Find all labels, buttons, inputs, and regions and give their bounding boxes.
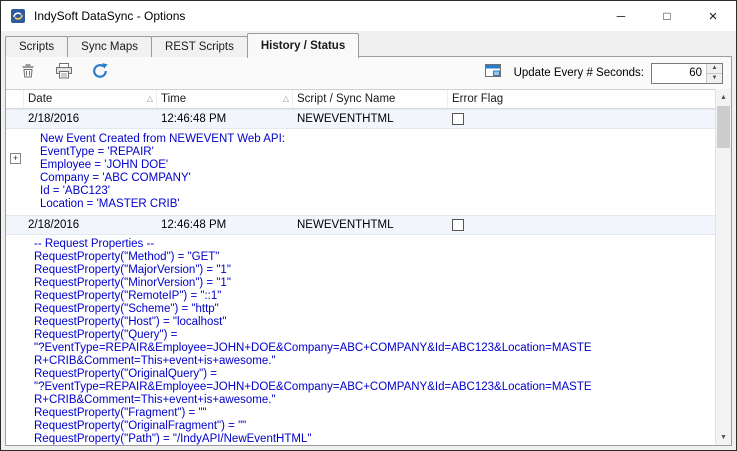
detail-line: RequestProperty("OriginalFragment") = "" <box>34 420 711 433</box>
minimize-button[interactable]: ─ <box>598 1 644 31</box>
detail-line: Location = 'MASTER CRIB' <box>40 198 711 211</box>
detail-line: RequestProperty("Query") = <box>34 329 711 342</box>
detail-line: Company = 'ABC COMPANY' <box>40 172 711 185</box>
sort-asc-icon: △ <box>283 94 289 104</box>
print-button[interactable] <box>50 60 78 86</box>
scroll-up-button[interactable]: ▲ <box>716 89 731 105</box>
cell-time: 12:46:48 PM <box>157 216 293 234</box>
detail-block: + New Event Created from NEWEVENT Web AP… <box>6 129 715 215</box>
refresh-button[interactable] <box>86 60 114 86</box>
close-button[interactable]: × <box>690 1 736 31</box>
history-row[interactable]: 2/18/2016 12:46:48 PM NEWEVENTHTML <box>6 109 715 129</box>
cell-time: 12:46:48 PM <box>157 110 293 128</box>
column-header-error-flag-label: Error Flag <box>452 93 503 105</box>
detail-block: -- Request Properties -- RequestProperty… <box>6 235 715 445</box>
expander-column-header <box>6 90 24 108</box>
update-interval-button[interactable] <box>479 60 507 86</box>
app-icon <box>10 8 26 24</box>
spinner-buttons: ▲ ▼ <box>706 64 722 83</box>
update-seconds-input[interactable] <box>652 64 706 83</box>
spin-down-button[interactable]: ▼ <box>707 74 722 83</box>
cell-date: 2/18/2016 <box>24 216 157 234</box>
scroll-down-button[interactable]: ▼ <box>716 429 731 445</box>
window-title: IndySoft DataSync - Options <box>34 9 185 23</box>
tab-sync-maps[interactable]: Sync Maps <box>67 36 152 57</box>
history-grid: Date △ Time △ Script / Sync Name Error F… <box>6 89 715 445</box>
error-flag-checkbox[interactable] <box>452 219 464 231</box>
options-window: IndySoft DataSync - Options ─ □ × Script… <box>0 0 737 451</box>
detail-line: R+CRIB&Comment=This+event+is+awesome." <box>34 394 711 407</box>
detail-line: RequestProperty("MajorVersion") = "1" <box>34 264 711 277</box>
detail-line: EventType = 'REPAIR' <box>40 146 711 159</box>
cell-error-flag <box>448 110 715 128</box>
cell-error-flag <box>448 216 715 234</box>
vertical-scrollbar[interactable]: ▲ ▼ <box>715 89 731 445</box>
detail-line: "?EventType=REPAIR&Employee=JOHN+DOE&Com… <box>34 381 711 394</box>
detail-line: RequestProperty("Fragment") = "" <box>34 407 711 420</box>
detail-line: -- Request Properties -- <box>34 238 711 251</box>
scrollbar-thumb[interactable] <box>717 106 730 148</box>
toolbar: Update Every # Seconds: ▲ ▼ <box>6 57 731 89</box>
row-expander-gutter <box>6 216 24 234</box>
tab-rest-scripts[interactable]: REST Scripts <box>151 36 248 57</box>
history-status-page: Update Every # Seconds: ▲ ▼ Date △ <box>5 56 732 446</box>
trash-icon <box>20 63 36 84</box>
column-header-script[interactable]: Script / Sync Name <box>293 90 448 108</box>
error-flag-checkbox[interactable] <box>452 113 464 125</box>
grid-header: Date △ Time △ Script / Sync Name Error F… <box>6 90 715 109</box>
update-interval-label: Update Every # Seconds: <box>514 67 644 79</box>
detail-line: RequestProperty("Path") = "/IndyAPI/NewE… <box>34 433 711 445</box>
title-bar: IndySoft DataSync - Options ─ □ × <box>1 1 736 31</box>
detail-line: RequestProperty("RemoteIP") = "::1" <box>34 290 711 303</box>
tab-history-status[interactable]: History / Status <box>247 33 359 58</box>
row-expander-gutter <box>6 110 24 128</box>
column-header-date-label: Date <box>28 93 52 105</box>
column-header-error-flag[interactable]: Error Flag <box>448 90 715 108</box>
update-interval-group: Update Every # Seconds: ▲ ▼ <box>479 60 723 86</box>
cell-date: 2/18/2016 <box>24 110 157 128</box>
tab-strip: Scripts Sync Maps REST Scripts History /… <box>5 32 358 57</box>
detail-line: Id = 'ABC123' <box>40 185 711 198</box>
tab-scripts[interactable]: Scripts <box>5 36 68 57</box>
update-seconds-spinner: ▲ ▼ <box>651 63 723 84</box>
refresh-icon <box>91 62 109 85</box>
detail-line: Employee = 'JOHN DOE' <box>40 159 711 172</box>
column-header-time-label: Time <box>161 93 186 105</box>
column-header-date[interactable]: Date △ <box>24 90 157 108</box>
sort-asc-icon: △ <box>147 94 153 104</box>
cell-script-name: NEWEVENTHTML <box>293 216 448 234</box>
history-row[interactable]: 2/18/2016 12:46:48 PM NEWEVENTHTML <box>6 215 715 235</box>
expander-button[interactable]: + <box>10 153 21 164</box>
detail-line: RequestProperty("Method") = "GET" <box>34 251 711 264</box>
detail-line: RequestProperty("Scheme") = "http" <box>34 303 711 316</box>
spin-up-button[interactable]: ▲ <box>707 64 722 74</box>
column-header-script-label: Script / Sync Name <box>297 93 395 105</box>
detail-line: RequestProperty("MinorVersion") = "1" <box>34 277 711 290</box>
detail-line: RequestProperty("OriginalQuery") = <box>34 368 711 381</box>
maximize-button[interactable]: □ <box>644 1 690 31</box>
detail-line: New Event Created from NEWEVENT Web API: <box>40 133 711 146</box>
column-header-time[interactable]: Time △ <box>157 90 293 108</box>
cell-script-name: NEWEVENTHTML <box>293 110 448 128</box>
window-controls: ─ □ × <box>598 1 736 31</box>
printer-icon <box>55 63 73 84</box>
update-interval-icon <box>484 63 502 84</box>
delete-button[interactable] <box>14 60 42 86</box>
detail-line: RequestProperty("Host") = "localhost" <box>34 316 711 329</box>
detail-line: "?EventType=REPAIR&Employee=JOHN+DOE&Com… <box>34 342 711 355</box>
detail-line: R+CRIB&Comment=This+event+is+awesome." <box>34 355 711 368</box>
